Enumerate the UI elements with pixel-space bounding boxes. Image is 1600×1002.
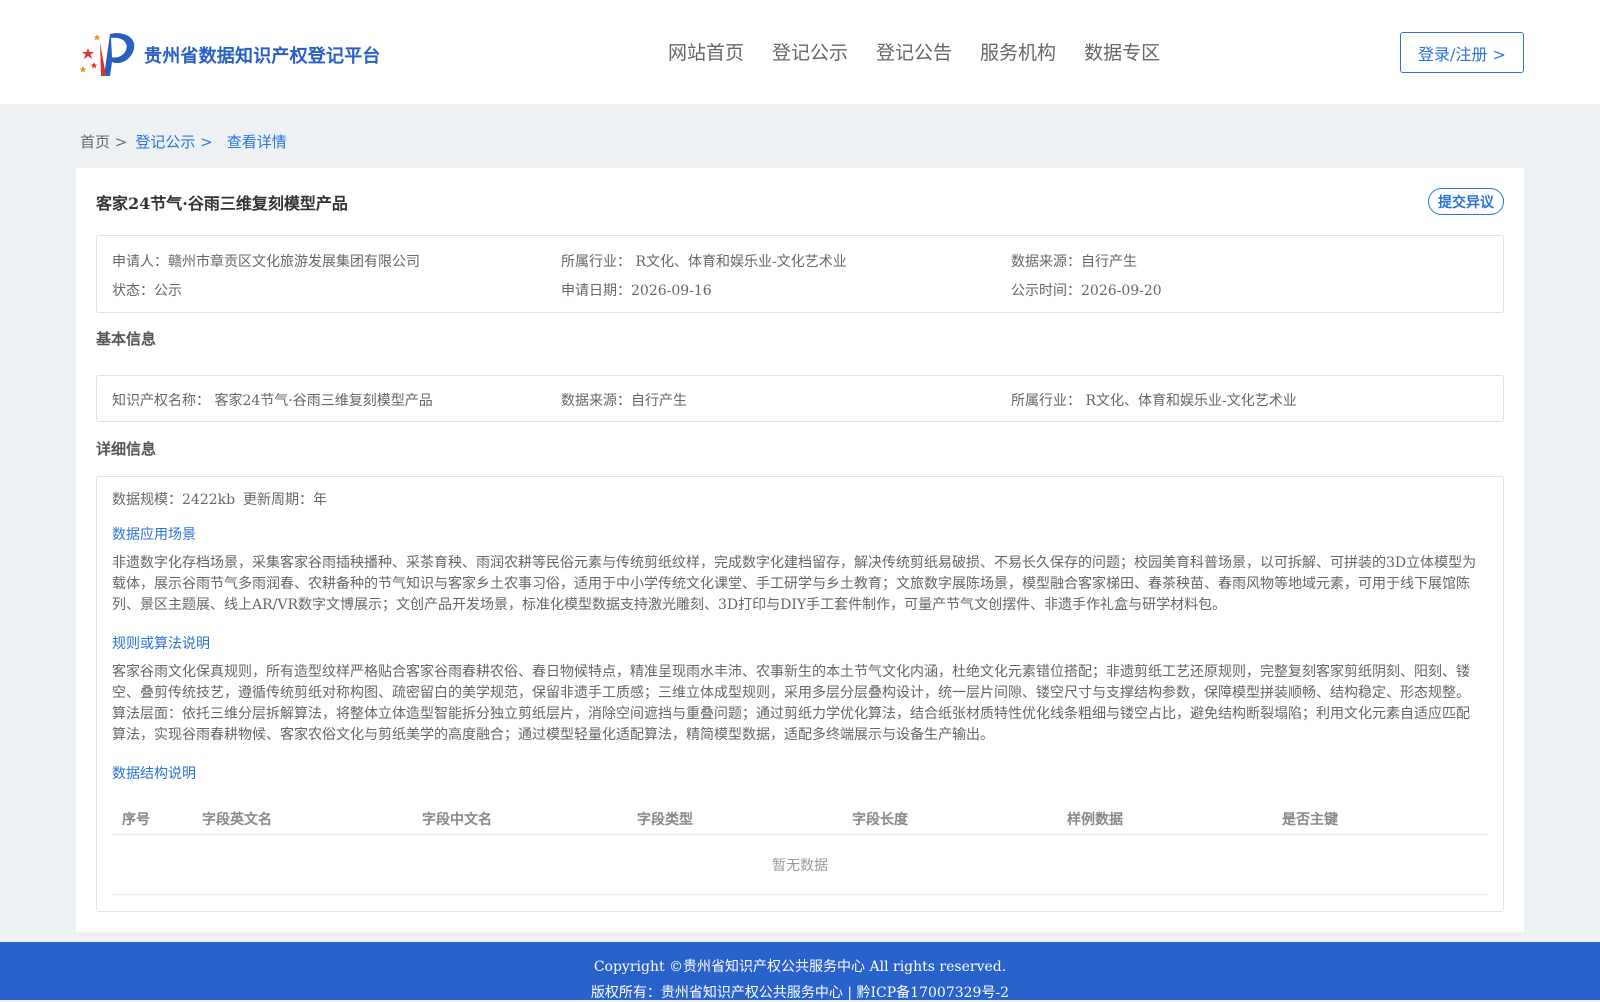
publish-time-field: 公示时间：2026-09-20 — [1011, 283, 1162, 299]
breadcrumb-current: 查看详情 — [226, 133, 287, 151]
basic-source-field: 数据来源：自行产生 — [561, 393, 687, 409]
submit-objection-button[interactable]: 提交异议 — [1428, 188, 1504, 215]
detail-info-heading: 详细信息 — [96, 440, 157, 458]
page-title: 客家24节气·谷雨三维复刻模型产品 — [96, 194, 348, 213]
main-nav: 网站首页 登记公示 登记公告 服务机构 数据专区 — [668, 38, 1160, 65]
nav-data-zone[interactable]: 数据专区 — [1084, 38, 1160, 65]
applicant-field: 申请人：赣州市章贡区文化旅游发展集团有限公司 — [112, 254, 420, 270]
ip-name-field: 知识产权名称： 客家24节气·谷雨三维复刻模型产品 — [112, 393, 433, 409]
site-name[interactable]: 贵州省数据知识产权登记平台 — [144, 42, 381, 68]
scenario-text: 非遗数字化存档场景，采集客家谷雨插秧播种、采茶育秧、雨润农耕等民俗元素与传统剪纸… — [112, 555, 1477, 613]
basic-info-panel: 知识产权名称： 客家24节气·谷雨三维复刻模型产品 数据来源：自行产生 所属行业… — [96, 375, 1504, 422]
industry-field: 所属行业： R文化、体育和娱乐业-文化艺术业 — [561, 254, 847, 270]
summary-panel: 申请人：赣州市章贡区文化旅游发展集团有限公司 所属行业： R文化、体育和娱乐业-… — [96, 235, 1504, 313]
structure-heading: 数据结构说明 — [112, 766, 196, 782]
login-register-button[interactable]: 登录/注册 > — [1400, 32, 1524, 73]
update-cycle-field: 更新周期：年 — [243, 492, 327, 508]
nav-registration-announcement[interactable]: 登记公告 — [876, 38, 952, 65]
scenario-heading: 数据应用场景 — [112, 527, 196, 543]
rule-text: 客家谷雨文化保真规则，所有造型纹样严格贴合客家谷雨春耕农俗、春日物候特点，精准呈… — [112, 664, 1470, 743]
rule-heading: 规则或算法说明 — [112, 636, 210, 652]
data-source-field: 数据来源：自行产生 — [1011, 254, 1137, 270]
basic-info-heading: 基本信息 — [96, 330, 157, 348]
apply-date-field: 申请日期：2026-09-16 — [561, 283, 712, 299]
col-sample: 样例数据 — [1067, 812, 1123, 828]
nav-service-agencies[interactable]: 服务机构 — [980, 38, 1056, 65]
platform-logo-icon[interactable] — [80, 28, 138, 78]
breadcrumb: 首页 > 登记公示 > 查看详情 — [80, 131, 287, 152]
nav-registration-publicity[interactable]: 登记公示 — [772, 38, 848, 65]
footer-owner: 版权所有：贵州省知识产权公共服务中心 | 黔ICP备17007329号-2 — [590, 985, 1010, 1001]
basic-industry-field: 所属行业： R文化、体育和娱乐业-文化艺术业 — [1011, 393, 1297, 409]
footer-copyright: Copyright ©贵州省知识产权公共服务中心 All rights rese… — [593, 959, 1007, 975]
breadcrumb-home[interactable]: 首页 > — [80, 131, 127, 152]
detail-info-panel: 数据规模：2422kb 更新周期：年 数据应用场景 非遗数字化存档场景，采集客家… — [96, 476, 1504, 912]
status-field: 状态：公示 — [112, 283, 182, 299]
col-length: 字段长度 — [852, 812, 908, 828]
site-footer: Copyright ©贵州省知识产权公共服务中心 All rights rese… — [0, 942, 1600, 1001]
col-primary-key: 是否主键 — [1282, 812, 1338, 828]
table-empty-state: 暂无数据 — [112, 835, 1488, 895]
col-type: 字段类型 — [637, 812, 693, 828]
col-english-name: 字段英文名 — [202, 812, 272, 828]
data-scale-field: 数据规模：2422kb — [112, 492, 236, 508]
col-index: 序号 — [122, 812, 150, 828]
detail-card: 客家24节气·谷雨三维复刻模型产品 提交异议 申请人：赣州市章贡区文化旅游发展集… — [76, 168, 1524, 932]
col-chinese-name: 字段中文名 — [422, 812, 492, 828]
structure-table-header: 序号 字段英文名 字段中文名 字段类型 字段长度 样例数据 是否主键 — [112, 797, 1488, 835]
breadcrumb-publicity[interactable]: 登记公示 > — [135, 131, 212, 152]
nav-home[interactable]: 网站首页 — [668, 38, 744, 65]
site-header: 贵州省数据知识产权登记平台 网站首页 登记公示 登记公告 服务机构 数据专区 登… — [0, 0, 1600, 104]
